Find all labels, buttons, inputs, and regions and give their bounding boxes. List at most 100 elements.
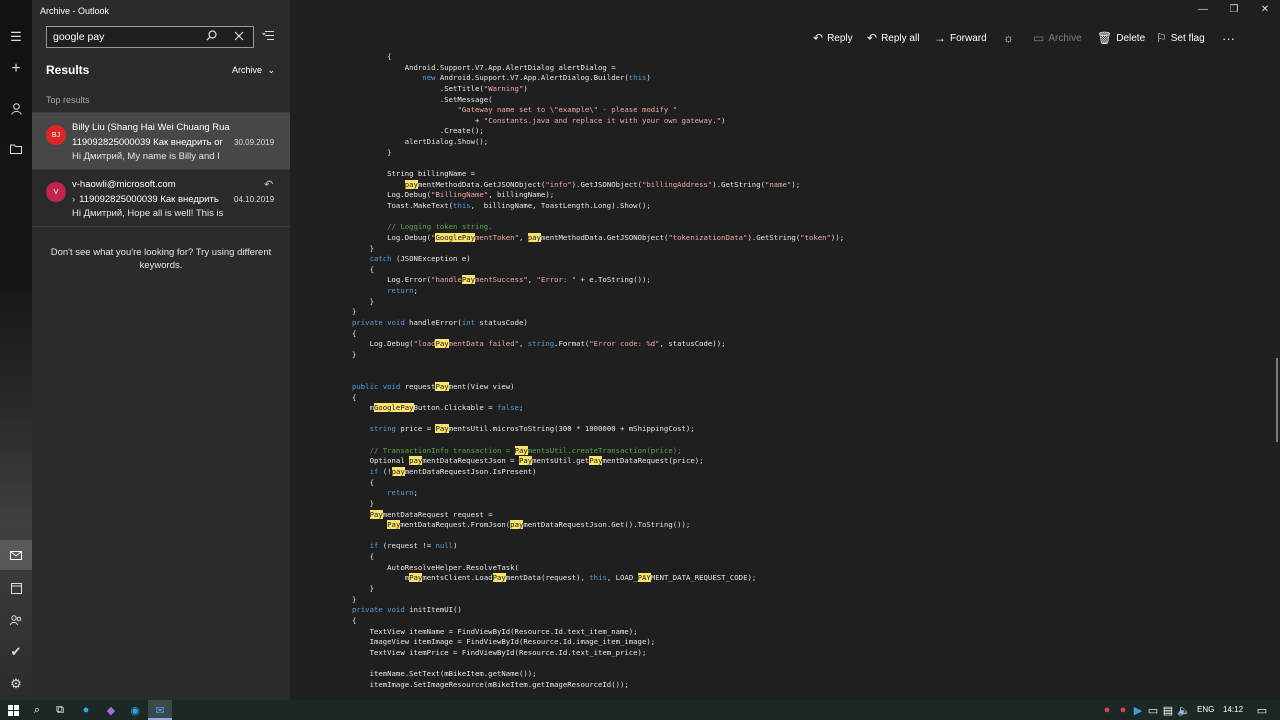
notifications-icon[interactable]: ▭ <box>1255 703 1269 717</box>
search-box[interactable] <box>46 26 254 48</box>
folders-icon[interactable] <box>6 139 26 159</box>
chrome-tray-icon[interactable]: ● <box>1100 703 1114 717</box>
mail-app-icon[interactable]: ✉ <box>153 703 167 717</box>
code-token: initItemUI() <box>404 605 462 615</box>
archive-button[interactable]: ▭ Archive <box>1033 30 1082 46</box>
hamburger-menu-icon[interactable]: ☰ <box>6 27 26 47</box>
restore-icon[interactable]: ❐ <box>1226 4 1242 15</box>
code-token: } <box>352 296 374 306</box>
code-token: new <box>422 73 436 83</box>
code-line: Log.Debug("loadPaymentData failed", stri… <box>352 339 1252 350</box>
code-token: + <box>352 115 484 125</box>
forward-button[interactable]: → Forward <box>934 30 987 46</box>
windows-start-icon[interactable] <box>6 703 20 717</box>
people-icon[interactable] <box>6 610 26 630</box>
accounts-person-icon[interactable] <box>6 99 26 119</box>
code-token: (JSONException e) <box>391 254 471 264</box>
code-line: PaymentDataRequest request = <box>352 509 1252 521</box>
message-date: 04.10.2019 <box>234 195 275 204</box>
code-line: string price = PaymentsUtil.microsToStri… <box>352 424 1252 435</box>
code-token: } <box>352 594 357 604</box>
language-indicator[interactable]: ENG <box>1197 705 1214 714</box>
code-line: mGooglePayButton.Clickable = false; <box>352 403 1252 414</box>
edge-browser-icon[interactable]: ● <box>79 703 93 717</box>
visual-studio-icon[interactable]: ◆ <box>104 703 118 717</box>
code-line: return; <box>352 488 1252 499</box>
search-icon[interactable] <box>203 30 219 44</box>
code-token: this <box>589 573 607 583</box>
message-preview: Hi Дмитрий, Hope all is well! This is <box>72 208 224 219</box>
todo-check-icon[interactable]: ✔ <box>6 642 26 662</box>
flag-icon: ⚐ <box>1156 31 1167 45</box>
code-line: .SetTitle("Warning") <box>352 84 1252 95</box>
task-view-icon[interactable]: ⧉ <box>53 703 67 717</box>
message-sender: v-haowli@microsoft.com <box>72 179 176 190</box>
code-token: .SetTitle( <box>352 83 484 93</box>
divider <box>32 226 290 227</box>
more-actions-button[interactable]: ··· <box>1222 30 1235 46</box>
minimize-icon[interactable]: — <box>1195 4 1211 15</box>
sun-icon-button[interactable]: ☼ <box>1003 30 1014 46</box>
code-token: mentMethodData.GetJSONObject( <box>540 232 669 242</box>
code-token: { <box>352 392 357 402</box>
delete-button[interactable]: 🗑 Delete <box>1097 30 1145 46</box>
tray-app-icon[interactable]: ● <box>1116 703 1130 717</box>
reply-all-button[interactable]: ↶ Reply all <box>867 30 919 46</box>
code-token: } <box>352 243 374 253</box>
clock-time[interactable]: 14:12 <box>1223 705 1243 714</box>
settings-gear-icon[interactable]: ⚙ <box>6 674 26 694</box>
code-token: , statusCode)); <box>659 339 726 349</box>
avatar: BJ <box>46 125 66 145</box>
code-line: AutoResolveHelper.ResolveTask( <box>352 563 1252 574</box>
code-line: itemImage.SetImageResource(mBikeItem.get… <box>352 680 1252 691</box>
search-results-pane: Archive - Outlook Results Archive ⌄ Top … <box>32 0 290 700</box>
results-heading: Results <box>46 63 90 77</box>
code-line: } <box>352 584 1252 595</box>
telegram-icon[interactable]: ◉ <box>128 703 142 717</box>
set-flag-button[interactable]: ⚐ Set flag <box>1156 30 1205 46</box>
code-token: m <box>352 403 374 413</box>
message-list-item[interactable]: V v-haowli@microsoft.com ↶ › 119092825000… <box>32 170 290 226</box>
reply-button[interactable]: ↶ Reply <box>813 30 853 46</box>
mail-icon[interactable] <box>6 545 26 565</box>
code-token: { <box>352 477 374 487</box>
close-icon[interactable] <box>231 30 247 44</box>
close-window-icon[interactable]: ✕ <box>1257 4 1273 15</box>
code-line: } <box>352 595 1252 606</box>
code-token: (! <box>378 466 392 476</box>
expand-thread-chevron-icon[interactable]: › <box>72 194 75 205</box>
code-token: , <box>518 232 528 242</box>
search-input[interactable] <box>53 29 193 45</box>
code-token: alertDialog.Show(); <box>352 137 489 147</box>
network-icon[interactable]: ▭ <box>1146 703 1160 717</box>
folder-dropdown[interactable]: Archive ⌄ <box>232 65 275 76</box>
tray-arrow-icon[interactable]: ▶ <box>1131 703 1145 717</box>
search-highlight: Pay <box>369 509 383 519</box>
filter-icon[interactable] <box>262 30 276 44</box>
message-list-item[interactable]: BJ Billy Liu (Shang Hai Wei Chuang Ruan … <box>32 113 290 169</box>
code-token: "Gateway name set to \"example\" - pleas… <box>457 105 678 115</box>
code-line: + "Constants.java and replace it with yo… <box>352 116 1252 127</box>
code-token: "Warning" <box>483 83 524 93</box>
network-wired-icon[interactable]: ▤ <box>1161 703 1175 717</box>
search-icon[interactable]: ⌕ <box>30 703 44 717</box>
calendar-icon[interactable] <box>6 578 26 598</box>
new-mail-icon[interactable]: + <box>6 59 26 79</box>
code-token: Log.Debug( <box>352 339 414 349</box>
code-token: "info" <box>545 179 572 189</box>
scrollbar[interactable] <box>1276 358 1278 442</box>
code-line: if (request != null) <box>352 541 1252 552</box>
volume-icon[interactable]: 🔈 <box>1177 703 1191 717</box>
message-body-code: { Android.Support.V7.App.AlertDialog ale… <box>352 52 1252 690</box>
code-line: } <box>352 350 1252 361</box>
code-line: public void requestPayment(View view) <box>352 381 1252 393</box>
search-highlight: Pay <box>435 424 449 434</box>
code-token: catch <box>369 254 392 264</box>
